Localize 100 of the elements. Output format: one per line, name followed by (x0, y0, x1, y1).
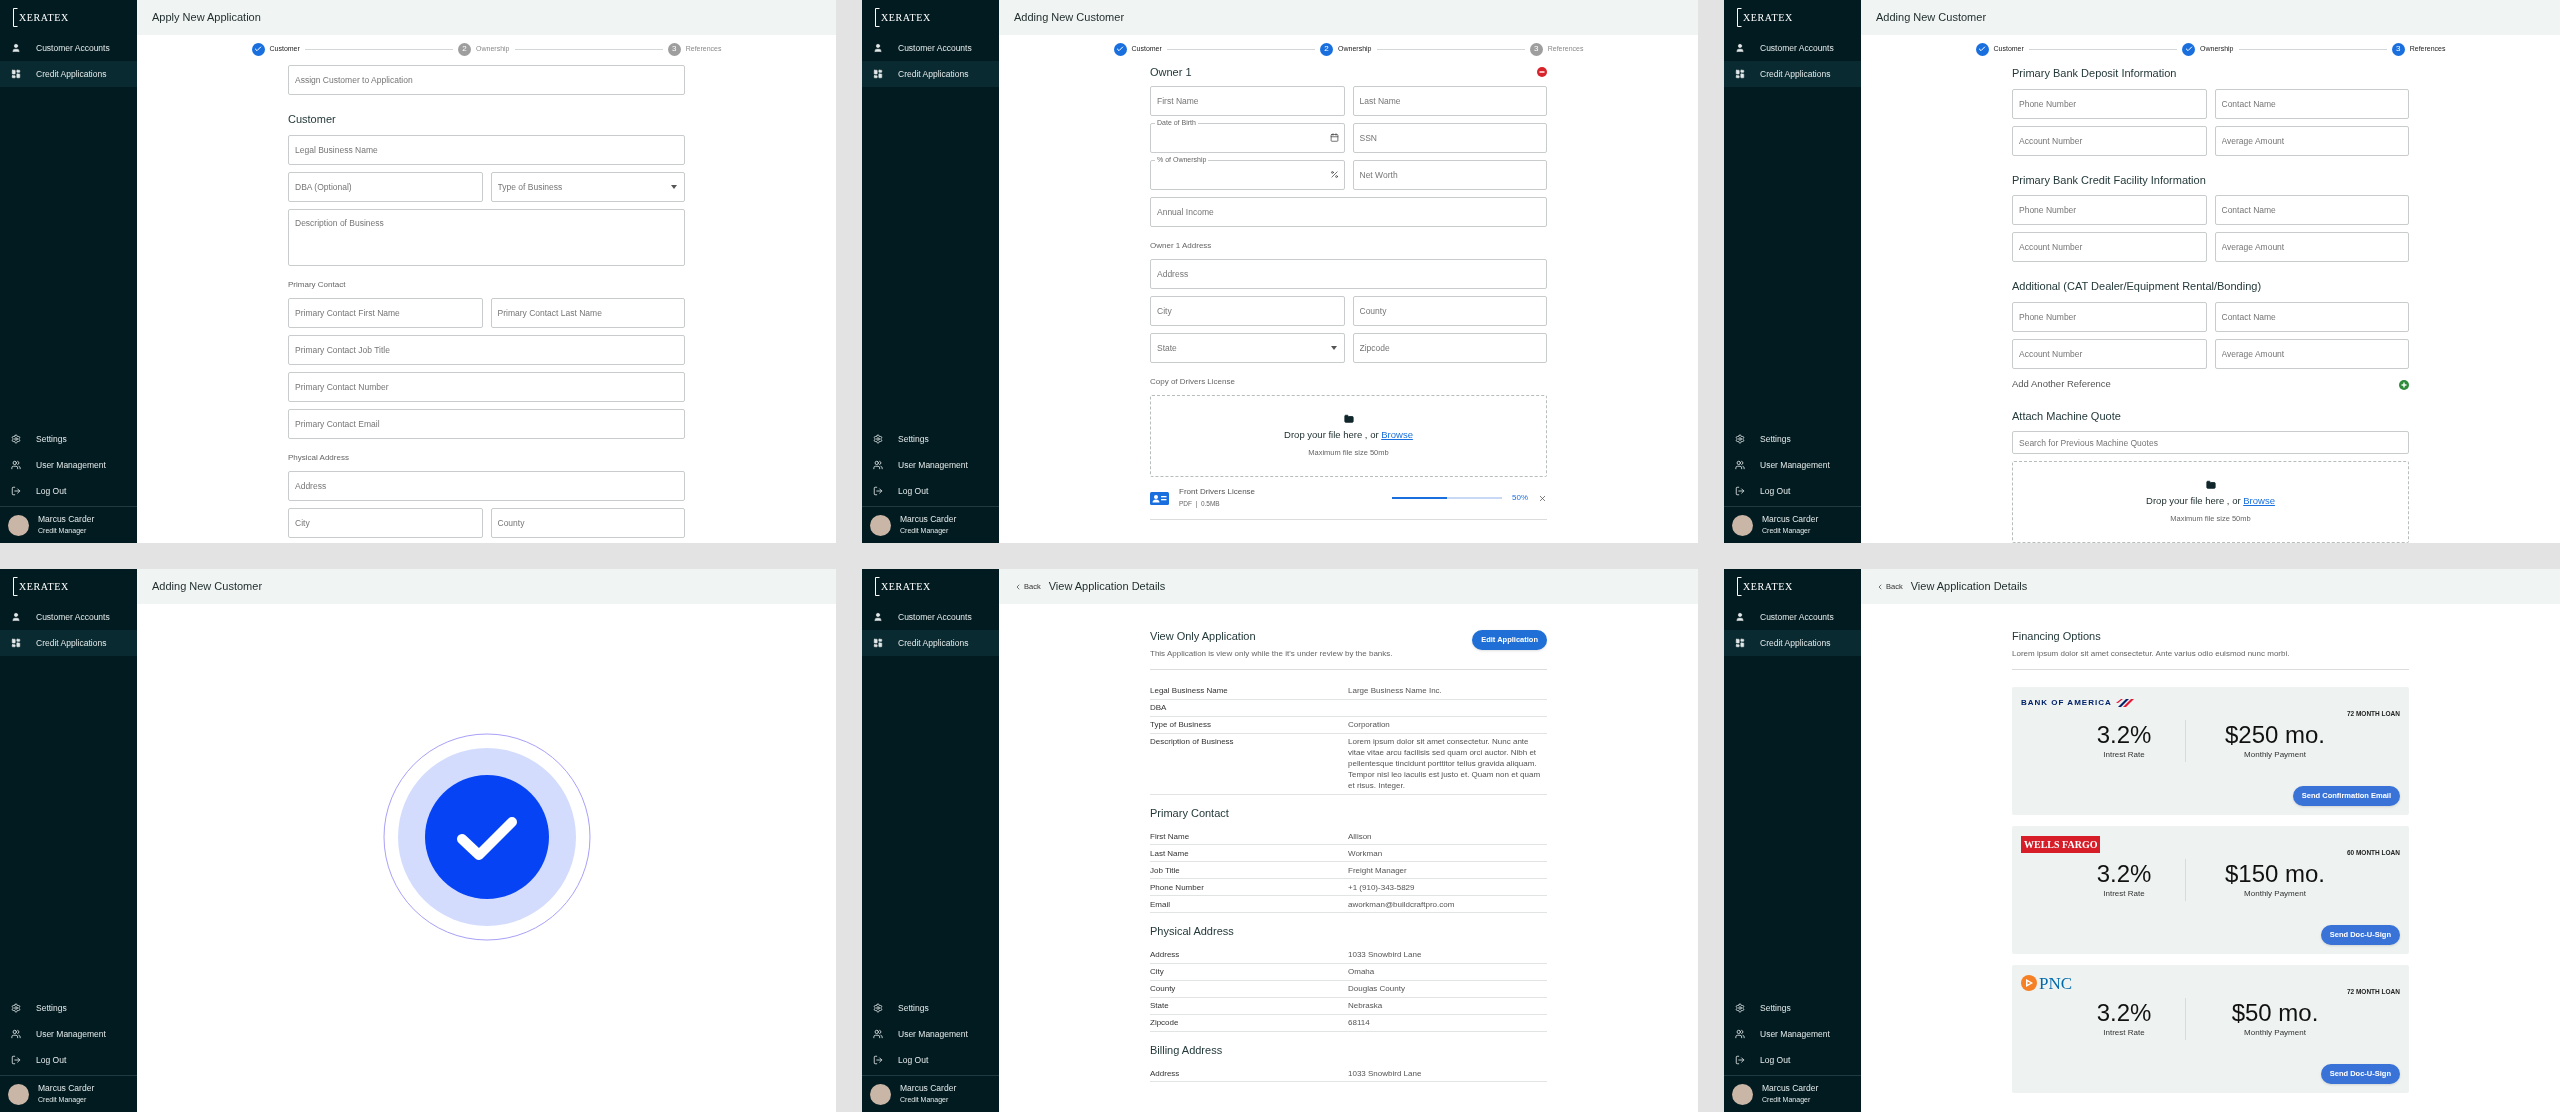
detail-label: Description of Business (1150, 736, 1235, 747)
input-field[interactable]: City (288, 507, 483, 538)
logo-frame-icon (1737, 577, 1742, 596)
input-field[interactable]: Account Number (2012, 338, 2207, 369)
input-field[interactable]: SSN (1352, 123, 1547, 153)
input-field[interactable]: Primary Contact Number (288, 371, 685, 402)
avatar (870, 514, 891, 536)
nav-item[interactable]: Credit Applications (0, 61, 137, 87)
input-field[interactable]: Phone Number (2012, 195, 2207, 225)
input-field[interactable]: Primary Contact Last Name (490, 297, 685, 328)
close-button[interactable] (1538, 493, 1547, 503)
nav-item[interactable]: Settings (0, 995, 137, 1021)
input-field[interactable]: Contact Name (2214, 195, 2409, 225)
input-field[interactable]: Primary Contact Job Title (288, 334, 685, 365)
nav-item[interactable]: Settings (0, 426, 137, 452)
nav-item[interactable]: Customer Accounts (1724, 35, 1861, 61)
nav-item[interactable]: User Management (0, 1021, 137, 1047)
nav-item[interactable]: User Management (1724, 1021, 1861, 1047)
nav-item[interactable]: Settings (1724, 426, 1861, 452)
nav-item[interactable]: Customer Accounts (1724, 604, 1861, 630)
input-field[interactable]: County (490, 507, 685, 538)
detail-label: Type of Business (1150, 719, 1212, 730)
input-field[interactable]: Contact Name (2214, 88, 2409, 119)
nav-item[interactable]: User Management (862, 452, 999, 478)
nav-item[interactable]: Customer Accounts (862, 35, 999, 61)
nav-item[interactable]: Settings (862, 995, 999, 1021)
nav-item[interactable]: User Management (1724, 452, 1861, 478)
input-field[interactable]: Average Amount (2214, 232, 2409, 262)
detail-label: County (1150, 983, 1177, 994)
interest-rate: 3.2% (2096, 721, 2152, 750)
add-icon[interactable] (2399, 379, 2409, 390)
input-field[interactable]: Zipcode (1352, 333, 1547, 363)
input-field[interactable]: City (1150, 296, 1345, 326)
nav-item[interactable]: Log Out (0, 478, 137, 504)
nav-item[interactable]: Credit Applications (1724, 61, 1861, 87)
nav-item[interactable]: Settings (862, 426, 999, 452)
input-field[interactable]: Primary Contact Email (288, 408, 685, 439)
detail-value: 1033 Snowbird Lane (1348, 1067, 1423, 1079)
input-field[interactable]: Annual Income (1150, 197, 1547, 227)
detail-value: Workman (1348, 847, 1384, 859)
user-name: Marcus Carder (1762, 513, 1819, 525)
dashboard-icon (873, 638, 883, 648)
nav-item[interactable]: Log Out (862, 478, 999, 504)
nav-item[interactable]: User Management (0, 452, 137, 478)
input-field[interactable]: Average Amount (2214, 338, 2409, 369)
input-field[interactable]: Average Amount (2214, 125, 2409, 156)
detail-label: City (1150, 966, 1165, 977)
nav-item[interactable]: Log Out (862, 1047, 999, 1073)
browse-link[interactable]: Browse (2243, 495, 2275, 507)
nav-item[interactable]: Log Out (1724, 1047, 1861, 1073)
input-field[interactable]: Net Worth (1352, 160, 1547, 190)
input-field[interactable]: Address (288, 470, 685, 501)
nav-item[interactable]: Customer Accounts (0, 604, 137, 630)
input-field[interactable]: DBA (Optional) (288, 171, 483, 202)
input-field[interactable]: First Name (1150, 86, 1345, 116)
nav-item[interactable]: Credit Applications (862, 61, 999, 87)
browse-link[interactable]: Browse (1381, 429, 1413, 441)
select-field[interactable]: Type of Business (490, 171, 685, 202)
input-field[interactable]: Assign Customer to Application (288, 65, 685, 95)
user-name: Marcus Carder (1762, 1082, 1819, 1094)
add-reference-link[interactable]: Add Another Reference (2012, 377, 2111, 392)
logo: XERATEX (881, 11, 931, 25)
monthly-payment: $50 mo. (2231, 999, 2319, 1028)
payment-label: Monthly Payment (2244, 888, 2306, 901)
caret-icon (1330, 346, 1337, 350)
detail-label: Zipcode (1150, 1017, 1180, 1028)
input-field[interactable]: Primary Contact First Name (288, 297, 483, 328)
input-field[interactable]: County (1352, 296, 1547, 326)
input-field[interactable]: Contact Name (2214, 301, 2409, 332)
logo: XERATEX (19, 11, 69, 25)
logo-frame-icon (875, 8, 880, 27)
input-field[interactable]: Phone Number (2012, 301, 2207, 332)
logout-icon (11, 1055, 21, 1065)
folder-icon (2205, 480, 2216, 491)
nav-item[interactable]: User Management (862, 1021, 999, 1047)
nav-item[interactable]: Log Out (1724, 478, 1861, 504)
monthly-payment: $150 mo. (2224, 860, 2326, 889)
nav-item[interactable]: Settings (1724, 995, 1861, 1021)
calendar-icon[interactable] (1329, 133, 1339, 142)
nav-item[interactable]: Credit Applications (0, 630, 137, 656)
avatar (870, 1083, 891, 1105)
input-field[interactable]: Phone Number (2012, 88, 2207, 119)
input-field[interactable]: Account Number (2012, 125, 2207, 156)
nav-item[interactable]: Credit Applications (862, 630, 999, 656)
nav-item[interactable]: Customer Accounts (862, 604, 999, 630)
nav-item[interactable]: Log Out (0, 1047, 137, 1073)
remove-icon[interactable] (1537, 67, 1547, 77)
input-field[interactable]: Last Name (1352, 86, 1547, 116)
text-area[interactable]: Description of Business (288, 208, 685, 266)
input-field[interactable]: Search for Previous Machine Quotes (2012, 431, 2409, 454)
nav-item[interactable]: Customer Accounts (0, 35, 137, 61)
input-field[interactable] (1150, 123, 1345, 153)
percent-icon (1329, 170, 1339, 179)
page-title: Adding New Customer (1014, 10, 1125, 26)
nav-item[interactable]: Credit Applications (1724, 630, 1861, 656)
input-field[interactable]: Address (1150, 259, 1547, 289)
input-field[interactable]: Legal Business Name (288, 134, 685, 165)
step-number: 3 (667, 42, 681, 56)
input-field[interactable]: Account Number (2012, 232, 2207, 262)
select-field[interactable]: State (1150, 333, 1345, 363)
